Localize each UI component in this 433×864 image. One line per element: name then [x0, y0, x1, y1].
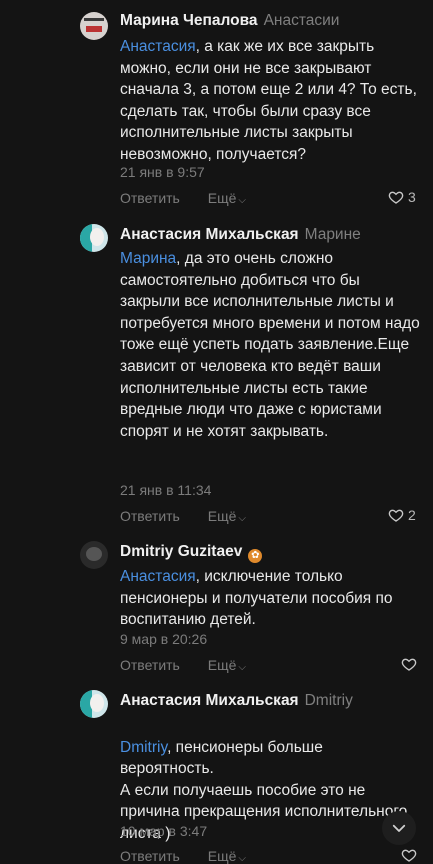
more-label: Ещё	[207, 190, 237, 206]
more-label: Ещё	[207, 657, 237, 673]
reply-button[interactable]: Ответить	[120, 657, 180, 673]
more-button[interactable]: Ещё ⌵	[208, 190, 246, 206]
more-button[interactable]: Ещё ⌵	[208, 848, 246, 864]
comment-author[interactable]: Анастасия Михальская Марине	[120, 226, 361, 244]
comment-actions: Ответить Ещё ⌵	[120, 848, 246, 864]
comment-text: Анастасия, а как же их все закрыть можно…	[120, 36, 420, 166]
chevron-down-icon	[392, 824, 406, 832]
comment-body: , а как же их все закрыть можно, если он…	[120, 38, 417, 163]
reply-button[interactable]: Ответить	[120, 190, 180, 206]
avatar[interactable]	[80, 541, 108, 569]
comment-time[interactable]: 21 янв в 9:57	[120, 164, 205, 180]
mention-link[interactable]: Марина	[120, 250, 176, 267]
more-label: Ещё	[207, 848, 237, 864]
heart-icon	[388, 509, 404, 522]
comment-time[interactable]: 21 янв в 11:34	[120, 482, 211, 498]
reply-to[interactable]: Марине	[305, 226, 361, 243]
comment-text: Марина, да это очень сложно самостоятель…	[120, 248, 420, 442]
comment-time[interactable]: 9 мар в 20:26	[120, 631, 207, 647]
heart-icon	[401, 849, 417, 862]
reply-button[interactable]: Ответить	[120, 508, 180, 524]
heart-icon	[388, 191, 404, 204]
avatar[interactable]	[80, 690, 108, 718]
reply-button[interactable]: Ответить	[120, 848, 180, 864]
reply-to[interactable]: Анастасии	[264, 12, 340, 29]
like-button[interactable]: 3	[388, 189, 416, 205]
comment-body: , да это очень сложно самостоятельно доб…	[120, 250, 420, 440]
author-name[interactable]: Dmitriy Guzitaev	[120, 543, 242, 560]
reply-to[interactable]: Dmitriy	[305, 692, 353, 709]
avatar[interactable]	[80, 224, 108, 252]
like-button[interactable]	[401, 847, 421, 863]
author-name[interactable]: Марина Чепалова	[120, 12, 258, 29]
comment-author[interactable]: Анастасия Михальская Dmitriy	[120, 692, 353, 710]
avatar[interactable]	[80, 12, 108, 40]
like-count: 3	[408, 189, 416, 205]
heart-icon	[401, 658, 417, 671]
like-button[interactable]: 2	[388, 507, 416, 523]
comment-actions: Ответить Ещё ⌵	[120, 657, 246, 673]
author-name[interactable]: Анастасия Михальская	[120, 692, 299, 709]
author-name[interactable]: Анастасия Михальская	[120, 226, 299, 243]
mention-link[interactable]: Анастасия	[120, 38, 196, 55]
scroll-down-button[interactable]	[382, 811, 416, 845]
comment-time[interactable]: 10 мар в 3:47	[120, 823, 207, 839]
more-button[interactable]: Ещё ⌵	[208, 657, 246, 673]
mention-link[interactable]: Анастасия	[120, 568, 196, 585]
like-button[interactable]	[401, 656, 421, 672]
chevron-down-icon: ⌵	[238, 195, 246, 206]
comment-text: Анастасия, исключение только пенсионеры …	[120, 566, 420, 631]
like-count: 2	[408, 507, 416, 523]
comment-author[interactable]: Dmitriy Guzitaev ✿	[120, 543, 263, 563]
comment-author[interactable]: Марина Чепалова Анастасии	[120, 12, 339, 30]
comment-actions: Ответить Ещё ⌵	[120, 190, 246, 206]
more-label: Ещё	[207, 508, 237, 524]
more-button[interactable]: Ещё ⌵	[208, 508, 246, 524]
comment-actions: Ответить Ещё ⌵	[120, 508, 246, 524]
award-badge-icon: ✿	[248, 549, 263, 563]
chevron-down-icon: ⌵	[238, 662, 246, 673]
mention-link[interactable]: Dmitriy	[120, 739, 167, 756]
chevron-down-icon: ⌵	[238, 513, 246, 524]
